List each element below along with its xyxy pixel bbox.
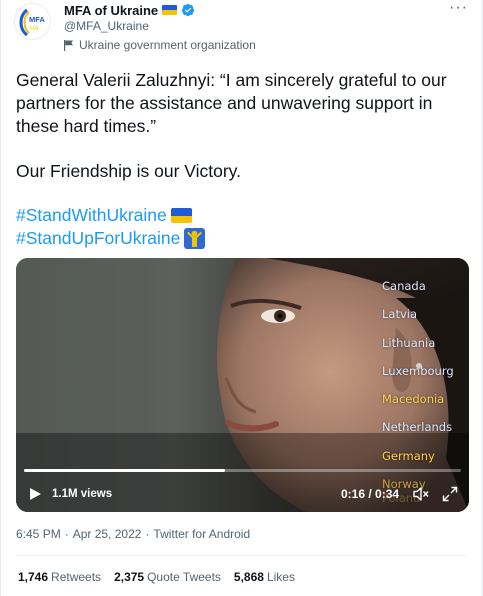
retweets-stat[interactable]: 1,746 Retweets	[18, 570, 101, 584]
mfa-logo-icon: MFA UA	[19, 8, 45, 37]
country-label: Latvia	[382, 307, 418, 322]
divider	[16, 555, 467, 556]
likes-stat[interactable]: 5,868 Likes	[234, 570, 295, 584]
retweets-label: Retweets	[51, 570, 102, 584]
mute-icon[interactable]	[413, 486, 429, 502]
standup-emoji-icon	[184, 228, 206, 249]
video-player[interactable]: Canada Latvia Lithuania Luxembourg Maced…	[16, 258, 469, 512]
tweet-card: MFA UA MFA of Ukraine @MFA_Ukraine Ukrai…	[0, 0, 483, 596]
tweet-text: General Valerii Zaluzhnyi: “I am sincere…	[16, 69, 471, 138]
tweet-meta: 6:45 PM · Apr 25, 2022 · Twitter for And…	[16, 527, 250, 541]
view-count: 1.1M views	[52, 488, 113, 500]
quotes-label: Quote Tweets	[147, 570, 221, 584]
meta-separator: ·	[145, 527, 150, 541]
tweet-date[interactable]: Apr 25, 2022	[73, 527, 142, 541]
country-label: Macedonia	[382, 392, 445, 407]
meta-separator: ·	[64, 527, 69, 541]
author-name[interactable]: MFA of Ukraine	[64, 3, 158, 18]
hashtag-standwithukraine[interactable]: #StandWithUkraine	[16, 204, 167, 227]
avatar-text: MFA	[29, 15, 45, 24]
ukraine-flag-emoji-icon	[170, 208, 192, 223]
likes-count: 5,868	[233, 570, 264, 584]
retweets-count: 1,746	[18, 570, 49, 584]
country-label: Netherlands	[382, 420, 453, 435]
country-list: Canada Latvia Lithuania Luxembourg Maced…	[382, 272, 454, 512]
author-name-row: MFA of Ukraine	[64, 1, 195, 19]
video-progress-bar[interactable]	[24, 469, 461, 472]
more-options-icon[interactable]: ···	[449, 0, 468, 16]
fullscreen-icon[interactable]	[442, 486, 458, 502]
government-flag-icon	[64, 39, 73, 51]
quote-tweets-stat[interactable]: 2,375 Quote Tweets	[114, 570, 221, 584]
tweet-line2: Our Friendship is our Victory.	[16, 161, 241, 181]
tweet-source[interactable]: Twitter for Android	[153, 527, 250, 541]
hashtag-standupforukraine[interactable]: #StandUpForUkraine	[16, 227, 180, 250]
avatar[interactable]: MFA UA	[14, 3, 51, 40]
likes-label: Likes	[266, 570, 295, 584]
country-label: Canada	[382, 279, 426, 293]
country-label: Lithuania	[382, 335, 436, 350]
tweet-time[interactable]: 6:45 PM	[16, 527, 61, 541]
ukraine-flag-icon	[162, 5, 178, 15]
country-label: Luxembourg	[382, 363, 454, 378]
avatar-sub: UA	[30, 26, 38, 32]
country-label: Germany	[382, 448, 435, 463]
video-time: 0:16 / 0:34	[341, 487, 400, 501]
tweet-quote: General Valerii Zaluzhnyi: “I am sincere…	[16, 70, 447, 136]
affiliation: Ukraine government organization	[64, 38, 256, 52]
verified-badge-icon	[182, 3, 195, 17]
video-progress-fill	[24, 469, 226, 472]
play-icon[interactable]	[28, 487, 42, 501]
tweet-stats: 1,746 Retweets 2,375 Quote Tweets 5,868 Lik…	[18, 570, 295, 584]
hashtags: #StandWithUkraine #StandUpForUkraine	[16, 204, 206, 250]
affiliation-label: Ukraine government organization	[79, 38, 256, 52]
hashtag-standwithukraine-row: #StandWithUkraine	[16, 204, 205, 227]
quotes-count: 2,375	[114, 570, 145, 584]
hashtag-standupforukraine-row: #StandUpForUkraine	[16, 227, 206, 250]
author-handle[interactable]: @MFA_Ukraine	[64, 19, 149, 33]
